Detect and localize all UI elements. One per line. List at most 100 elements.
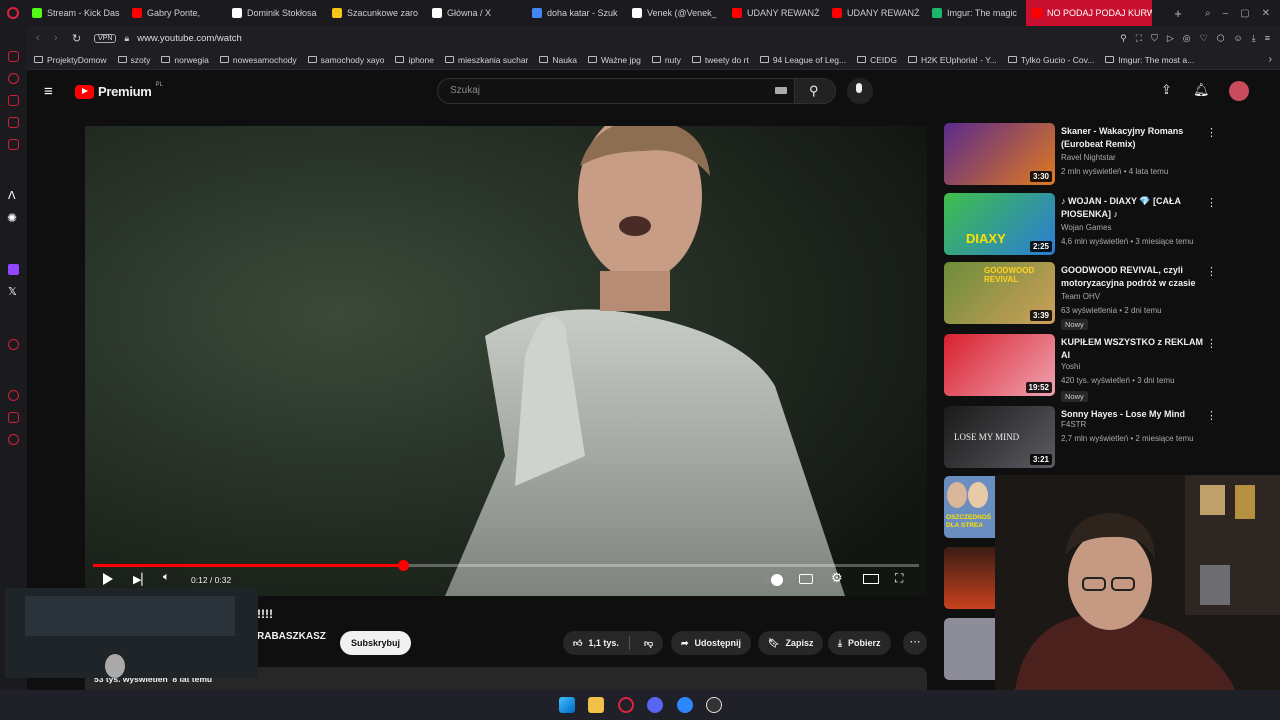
sidebar-history-icon[interactable] (8, 73, 19, 84)
bookmark-item[interactable]: nowesamochody (219, 55, 297, 65)
settings-gear-icon[interactable]: ⚙ (831, 570, 843, 586)
more-options-icon[interactable]: ⋮ (1206, 337, 1217, 350)
partial-thumbnail[interactable] (944, 618, 995, 680)
bookmark-item[interactable]: Imgur: The most a... (1105, 55, 1194, 65)
progress-scrubber[interactable] (397, 560, 409, 571)
pin-icon[interactable]: ⚲ (1120, 33, 1127, 44)
video-title[interactable]: Sonny Hayes - Lose My Mind (1061, 408, 1206, 421)
account-avatar[interactable] (1229, 81, 1249, 101)
like-button[interactable]: 👍︎ 1,1 tys. 👎︎ (563, 631, 664, 655)
partial-thumbnail[interactable] (944, 547, 995, 609)
extensions-icon[interactable]: ⬡ (1217, 33, 1225, 44)
channel-name[interactable]: Ravel Nightstar (1061, 153, 1116, 162)
profile-icon[interactable]: ☺ (1234, 33, 1243, 44)
bookmark-item[interactable]: norwegia (161, 55, 209, 65)
theater-mode-icon[interactable] (863, 574, 879, 584)
keyboard-icon[interactable] (775, 87, 787, 94)
browser-tab[interactable]: Gabry Ponte, (126, 0, 226, 26)
recommended-video[interactable]: LOSE MY MIND 3:21 Sonny Hayes - Lose My Mi… (944, 406, 1217, 470)
play-button[interactable] (103, 573, 113, 585)
thumbs-down-icon[interactable]: 👎︎ (644, 638, 653, 649)
notifications-bell-icon[interactable]: 🔔︎ (1193, 82, 1210, 98)
upload-icon[interactable]: ⇪ (1161, 82, 1172, 98)
bookmark-item[interactable]: tweety do rt (691, 55, 749, 65)
video-thumbnail[interactable]: GOODWOOD REVIVAL 3:39 (944, 262, 1055, 324)
browser-tab[interactable]: Główna / X (426, 0, 526, 26)
windows-start-icon[interactable] (559, 697, 575, 713)
bookmark-item[interactable]: iphone (395, 55, 434, 65)
close-window-icon[interactable]: ✕ (1262, 8, 1270, 19)
video-title[interactable]: GOODWOOD REVIVAL, czyli motoryzacyjna po… (1061, 264, 1206, 289)
bookmark-item[interactable]: H2K EUphoria! - Y... (908, 55, 997, 65)
forward-icon[interactable]: › (54, 32, 72, 44)
browser-tab[interactable]: Stream - Kick Das (26, 0, 126, 26)
share-button[interactable]: ➦ Udostępnij (671, 631, 752, 655)
progress-track[interactable] (93, 560, 919, 571)
subtitles-icon[interactable] (799, 574, 813, 584)
minimize-icon[interactable]: – (1223, 8, 1229, 19)
browser-tab[interactable]: NO PODAJ PODAJ KURW (1026, 0, 1152, 26)
channel-name[interactable]: F4STR (1061, 420, 1086, 429)
browser-tab[interactable]: Szacunkowe zaro (326, 0, 426, 26)
bookmark-item[interactable]: szoty (117, 55, 150, 65)
bookmark-item[interactable]: mieszkania suchar (445, 55, 528, 65)
discord-icon[interactable] (647, 697, 663, 713)
search-button[interactable]: ⚲ (794, 78, 836, 104)
more-actions-button[interactable]: ⋯ (903, 631, 927, 655)
more-options-icon[interactable]: ⋮ (1206, 126, 1217, 139)
reload-icon[interactable]: ↻ (72, 32, 94, 45)
download-button[interactable]: ⤓ Pobierz (828, 631, 891, 655)
autoplay-toggle[interactable] (763, 574, 783, 586)
recommended-video[interactable]: GOODWOOD REVIVAL 3:39 GOODWOOD REVIVAL, cz… (944, 262, 1217, 330)
sidebar-add-icon[interactable] (8, 339, 19, 350)
browser-tab[interactable]: Venek (@Venek_ (626, 0, 726, 26)
video-thumbnail[interactable]: 19:52 (944, 334, 1055, 396)
volume-icon[interactable]: 🔈︎ (163, 571, 170, 584)
recommended-video[interactable]: 3:30 Skaner - Wakacyjny Romans (Eurobeat … (944, 123, 1217, 187)
channel-name[interactable]: Yoshi (1061, 362, 1080, 371)
more-options-icon[interactable]: ⋮ (1206, 196, 1217, 209)
sidebar-clock-icon[interactable] (8, 390, 19, 401)
search-tabs-icon[interactable]: ⌕ (1205, 8, 1211, 19)
file-explorer-icon[interactable] (588, 697, 604, 713)
obs-icon[interactable] (706, 697, 722, 713)
video-thumbnail[interactable]: LOSE MY MIND 3:21 (944, 406, 1055, 468)
vpn-shield-icon[interactable]: ⛉ (1151, 33, 1158, 44)
sidebar-player-icon[interactable] (8, 139, 19, 150)
heart-icon[interactable]: ♡ (1200, 33, 1208, 44)
sidebar-ai-icon[interactable] (8, 412, 19, 423)
browser-tab[interactable]: Imgur: The magic (926, 0, 1026, 26)
camera-icon[interactable]: ◎ (1183, 33, 1191, 44)
browser-tab[interactable]: UDANY REWANŻ (826, 0, 926, 26)
sidebar-x-icon[interactable]: 𝕏 (8, 285, 17, 298)
video-title[interactable]: ♪ WOJAN - DIAXY 💎 [CAŁA PIOSENKA] ♪ (1061, 195, 1206, 220)
url-field[interactable]: www.youtube.com/watch (137, 33, 242, 44)
partial-thumbnail[interactable]: OSZCZĘDNOŚ DLA STREA (944, 476, 995, 538)
bookmark-item[interactable]: ProjektyDomow (34, 55, 107, 65)
fullscreen-icon[interactable]: ⛶ (895, 571, 903, 586)
back-icon[interactable]: ‹ (36, 32, 54, 44)
new-tab-button[interactable]: + (1168, 6, 1188, 21)
bookmark-item[interactable]: Tylko Gucio - Cov... (1007, 55, 1094, 65)
channel-name[interactable]: RABASZKASZ (257, 631, 326, 642)
more-bookmarks-icon[interactable]: › (1269, 54, 1272, 65)
bookmark-item[interactable]: Ważne jpg (587, 55, 641, 65)
menu-icon[interactable]: ≡ (1265, 33, 1270, 44)
bookmark-item[interactable]: CEIDG (857, 55, 897, 65)
sidebar-aria-icon[interactable]: ᐱ (8, 189, 16, 202)
bookmark-item[interactable]: samochody xayo (307, 55, 384, 65)
sidebar-settings-icon[interactable] (8, 434, 19, 445)
channel-name[interactable]: Wojan Games (1061, 223, 1112, 232)
hamburger-menu-icon[interactable]: ≡ (44, 83, 53, 100)
more-options-icon[interactable]: ⋮ (1206, 265, 1217, 278)
download-icon[interactable]: ⤓ (1252, 33, 1256, 44)
maximize-icon[interactable]: ▢ (1240, 8, 1249, 19)
save-button[interactable]: 🔖︎ Zapisz (758, 631, 824, 655)
video-thumbnail[interactable]: 3:30 (944, 123, 1055, 185)
opera-logo-icon[interactable] (0, 0, 26, 26)
bookmark-item[interactable]: Nauka (539, 55, 577, 65)
video-player[interactable]: ▶▏ 🔈︎ 0:12 / 0:32 ⚙ ⛶ (85, 126, 927, 596)
video-title[interactable]: KUPIŁEM WSZYSTKO z REKLAM AI (1061, 336, 1206, 361)
sidebar-wallet-icon[interactable] (8, 95, 19, 106)
recommended-video[interactable]: 19:52 KUPIŁEM WSZYSTKO z REKLAM AI Yoshi 42… (944, 334, 1217, 402)
